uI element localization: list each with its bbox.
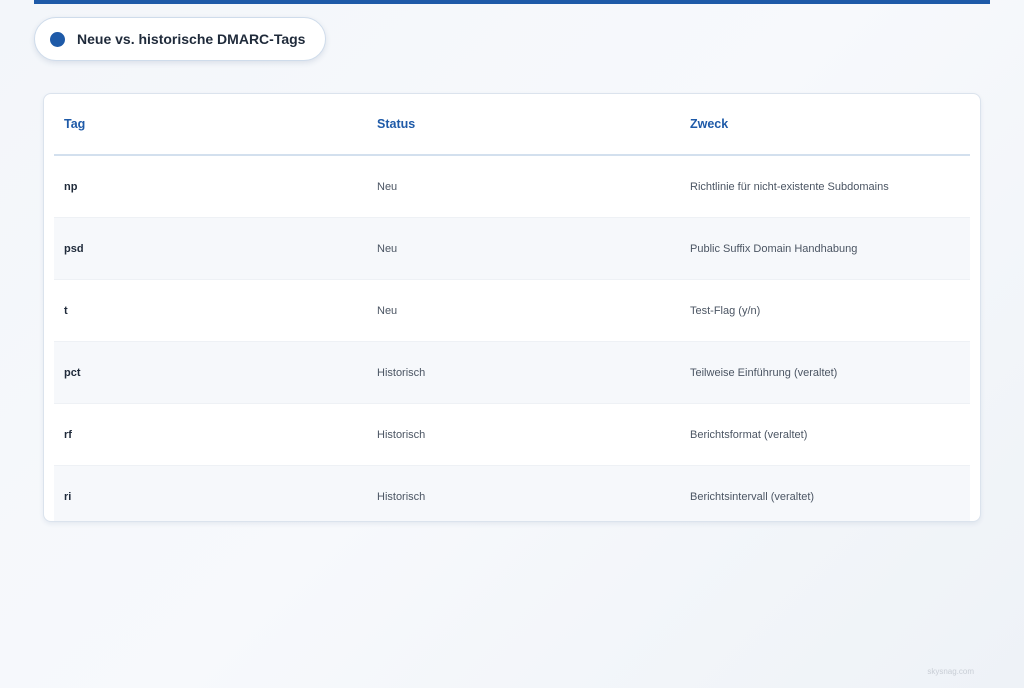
- title-pill: Neue vs. historische DMARC-Tags: [34, 17, 326, 61]
- tag-cell: ri: [54, 465, 367, 521]
- purpose-cell: Richtlinie für nicht-existente Subdomain…: [680, 155, 970, 218]
- column-header-status: Status: [367, 94, 680, 156]
- page-title: Neue vs. historische DMARC-Tags: [77, 31, 306, 47]
- purpose-cell: Test-Flag (y/n): [680, 279, 970, 342]
- table-row: rf Historisch Berichtsformat (veraltet): [54, 403, 970, 466]
- status-cell: Neu: [367, 279, 680, 342]
- watermark: skysnag.com: [927, 667, 974, 676]
- purpose-cell: Berichtsformat (veraltet): [680, 403, 970, 466]
- tag-cell: pct: [54, 341, 367, 404]
- column-header-purpose: Zweck: [680, 94, 970, 156]
- table-row: t Neu Test-Flag (y/n): [54, 279, 970, 342]
- tag-cell: psd: [54, 217, 367, 280]
- bullet-dot-icon: [50, 31, 65, 47]
- purpose-cell: Teilweise Einführung (veraltet): [680, 341, 970, 404]
- status-cell: Historisch: [367, 465, 680, 521]
- tag-cell: np: [54, 155, 367, 218]
- tag-cell: rf: [54, 403, 367, 466]
- purpose-cell: Berichtsintervall (veraltet): [680, 465, 970, 521]
- tag-cell: t: [54, 279, 367, 342]
- status-cell: Historisch: [367, 341, 680, 404]
- column-header-tag: Tag: [54, 94, 367, 156]
- dmarc-tags-table: Tag Status Zweck np Neu Richtlinie für n…: [54, 94, 970, 521]
- status-cell: Neu: [367, 217, 680, 280]
- status-cell: Historisch: [367, 403, 680, 466]
- top-accent-bar: [34, 0, 990, 4]
- dmarc-tags-table-card: Tag Status Zweck np Neu Richtlinie für n…: [43, 93, 981, 522]
- status-cell: Neu: [367, 155, 680, 218]
- table-header-row: Tag Status Zweck: [54, 94, 970, 156]
- purpose-cell: Public Suffix Domain Handhabung: [680, 217, 970, 280]
- table-row: pct Historisch Teilweise Einführung (ver…: [54, 341, 970, 404]
- table-row: psd Neu Public Suffix Domain Handhabung: [54, 217, 970, 280]
- table-row: np Neu Richtlinie für nicht-existente Su…: [54, 155, 970, 218]
- table-row: ri Historisch Berichtsintervall (veralte…: [54, 465, 970, 521]
